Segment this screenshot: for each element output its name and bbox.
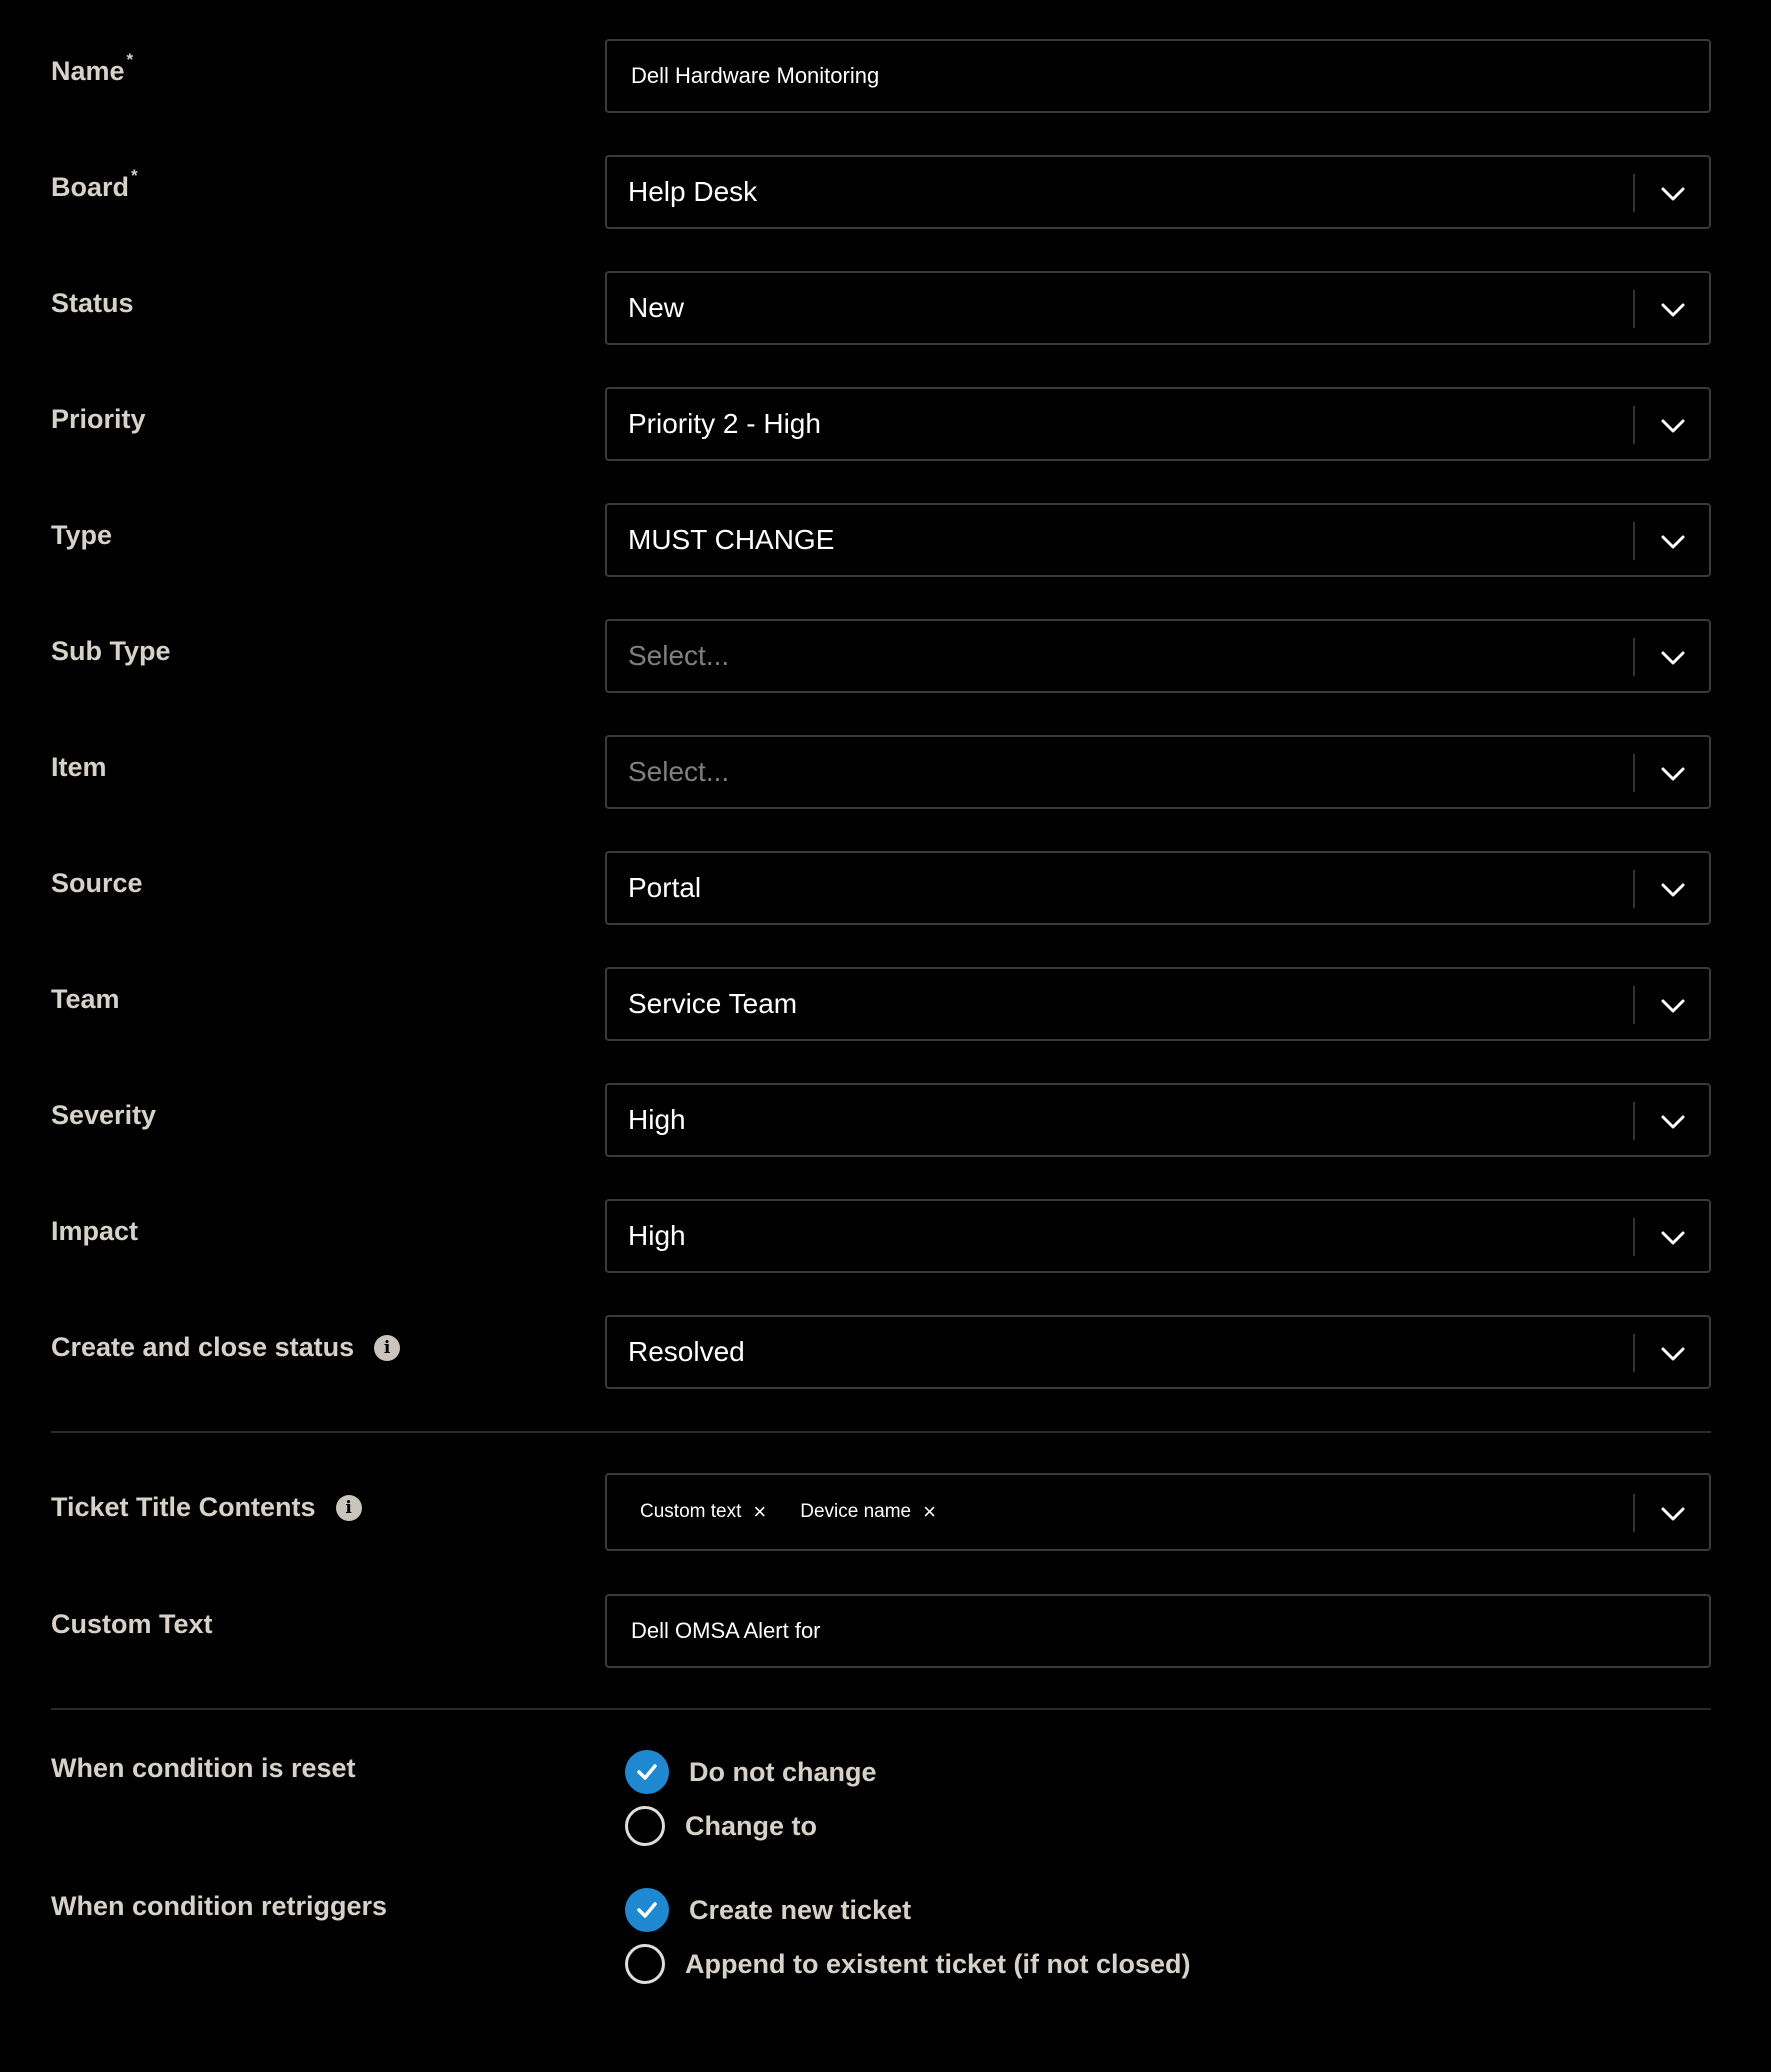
chevron-down-icon[interactable]: [1655, 408, 1691, 444]
type-select[interactable]: MUST CHANGE: [605, 503, 1711, 577]
custom-text-label: Custom Text: [51, 1609, 213, 1639]
tag-label: Device name: [800, 1501, 912, 1522]
status-label: Status: [51, 288, 134, 318]
source-label: Source: [51, 868, 143, 898]
severity-label: Severity: [51, 1100, 157, 1130]
checkmark-icon: [637, 1764, 657, 1780]
tag-custom-text: Custom text ×: [640, 1499, 766, 1525]
chevron-down-icon[interactable]: [1655, 292, 1691, 328]
chevron-down-icon[interactable]: [1655, 640, 1691, 676]
select-divider: [1633, 406, 1635, 444]
sub-type-label: Sub Type: [51, 636, 171, 666]
select-divider: [1633, 1218, 1635, 1256]
source-select[interactable]: Portal: [605, 851, 1711, 925]
radio-label: Append to existent ticket (if not closed…: [685, 1948, 1191, 1979]
required-marker: *: [131, 165, 138, 185]
select-divider: [1633, 174, 1635, 212]
select-divider: [1633, 1334, 1635, 1372]
create-close-status-label-text: Create and close status: [51, 1332, 355, 1362]
select-divider: [1633, 1494, 1635, 1532]
select-divider: [1633, 754, 1635, 792]
name-input[interactable]: Dell Hardware Monitoring: [605, 39, 1711, 113]
select-divider: [1633, 986, 1635, 1024]
severity-select-value: High: [628, 1104, 686, 1135]
info-icon[interactable]: i: [335, 1494, 362, 1521]
select-divider: [1633, 522, 1635, 560]
radio-label: Do not change: [689, 1756, 877, 1787]
item-placeholder: Select...: [628, 756, 730, 787]
team-label: Team: [51, 984, 120, 1014]
status-select-value: New: [628, 292, 685, 323]
section-divider: [51, 1431, 1711, 1433]
radio-append-existent-ticket[interactable]: Append to existent ticket (if not closed…: [625, 1942, 1191, 1986]
custom-text-value: Dell OMSA Alert for: [631, 1618, 821, 1643]
chevron-down-icon[interactable]: [1655, 988, 1691, 1024]
radio-create-new-ticket[interactable]: Create new ticket: [625, 1888, 911, 1932]
source-select-value: Portal: [628, 872, 702, 903]
priority-select[interactable]: Priority 2 - High: [605, 387, 1711, 461]
chevron-down-icon[interactable]: [1655, 872, 1691, 908]
create-close-status-value: Resolved: [628, 1336, 745, 1367]
ticket-title-contents-label-text: Ticket Title Contents: [51, 1492, 316, 1522]
condition-reset-label: When condition is reset: [51, 1753, 356, 1783]
tag-device-name: Device name ×: [800, 1499, 936, 1525]
radio-unchecked[interactable]: [625, 1944, 665, 1984]
radio-checked[interactable]: [625, 1888, 669, 1932]
info-icon[interactable]: i: [374, 1334, 401, 1361]
select-divider: [1633, 870, 1635, 908]
name-input-value: Dell Hardware Monitoring: [631, 63, 880, 88]
team-select-value: Service Team: [628, 988, 798, 1019]
team-select[interactable]: Service Team: [605, 967, 1711, 1041]
radio-change-to[interactable]: Change to: [625, 1804, 817, 1848]
board-label-text: Board: [51, 172, 130, 202]
create-close-status-label: Create and close status i: [51, 1332, 401, 1363]
board-select-value: Help Desk: [628, 176, 758, 207]
impact-select-value: High: [628, 1220, 686, 1251]
impact-select[interactable]: High: [605, 1199, 1711, 1273]
radio-checked[interactable]: [625, 1750, 669, 1794]
chevron-down-icon[interactable]: [1655, 756, 1691, 792]
board-select[interactable]: Help Desk: [605, 155, 1711, 229]
condition-retriggers-label: When condition retriggers: [51, 1891, 388, 1921]
item-select[interactable]: Select...: [605, 735, 1711, 809]
close-icon[interactable]: ×: [753, 1499, 766, 1525]
type-label: Type: [51, 520, 113, 550]
radio-do-not-change[interactable]: Do not change: [625, 1750, 877, 1794]
chevron-down-icon[interactable]: [1655, 1104, 1691, 1140]
chevron-down-icon[interactable]: [1655, 1496, 1691, 1532]
ticket-title-contents-label: Ticket Title Contents i: [51, 1492, 362, 1523]
item-label: Item: [51, 752, 107, 782]
radio-unchecked[interactable]: [625, 1806, 665, 1846]
board-label: Board *: [51, 166, 138, 203]
section-divider: [51, 1708, 1711, 1710]
priority-label: Priority: [51, 404, 146, 434]
impact-label: Impact: [51, 1216, 139, 1246]
ticket-title-contents-multiselect[interactable]: Custom text × Device name ×: [605, 1473, 1711, 1551]
tag-list: Custom text × Device name ×: [640, 1475, 970, 1549]
select-divider: [1633, 1102, 1635, 1140]
name-label-text: Name: [51, 56, 125, 86]
type-select-value: MUST CHANGE: [628, 524, 835, 555]
severity-select[interactable]: High: [605, 1083, 1711, 1157]
close-icon[interactable]: ×: [923, 1499, 936, 1525]
select-divider: [1633, 638, 1635, 676]
chevron-down-icon[interactable]: [1655, 524, 1691, 560]
radio-label: Change to: [685, 1810, 817, 1841]
chevron-down-icon[interactable]: [1655, 1220, 1691, 1256]
chevron-down-icon[interactable]: [1655, 1336, 1691, 1372]
priority-select-value: Priority 2 - High: [628, 408, 821, 439]
select-divider: [1633, 290, 1635, 328]
custom-text-input[interactable]: Dell OMSA Alert for: [605, 1594, 1711, 1668]
tag-label: Custom text: [640, 1501, 742, 1522]
sub-type-placeholder: Select...: [628, 640, 730, 671]
sub-type-select[interactable]: Select...: [605, 619, 1711, 693]
chevron-down-icon[interactable]: [1655, 176, 1691, 212]
name-label: Name *: [51, 50, 133, 87]
create-close-status-select[interactable]: Resolved: [605, 1315, 1711, 1389]
status-select[interactable]: New: [605, 271, 1711, 345]
radio-label: Create new ticket: [689, 1894, 912, 1925]
required-marker: *: [126, 49, 134, 69]
checkmark-icon: [637, 1902, 657, 1918]
